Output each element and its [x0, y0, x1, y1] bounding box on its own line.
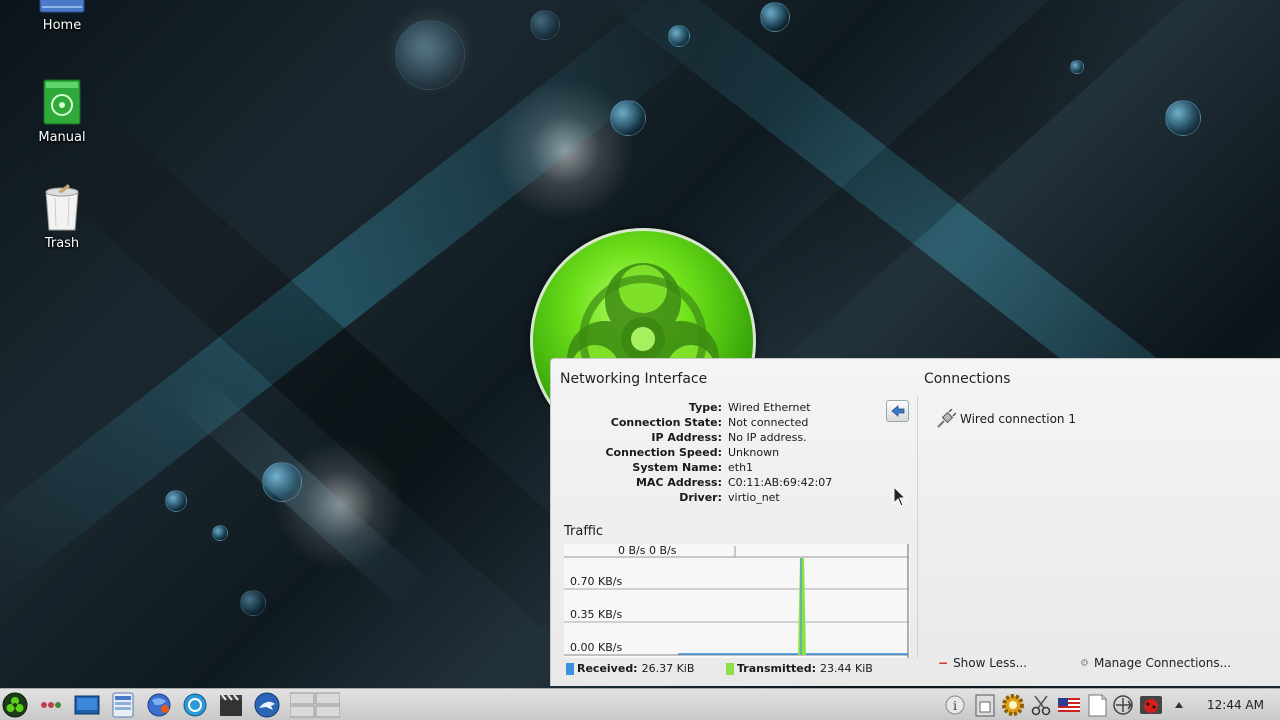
detail-value: Wired Ethernet: [728, 401, 811, 414]
manage-connections-button[interactable]: ⚙ Manage Connections...: [1080, 656, 1231, 670]
arrow-up-icon[interactable]: [1172, 692, 1186, 718]
y-tick-label: 0.35 KB/s: [570, 608, 623, 621]
panel-divider: [917, 396, 918, 658]
manage-connections-label: Manage Connections...: [1093, 656, 1232, 670]
pager-icon[interactable]: [290, 692, 340, 718]
detail-row-connection-state: Connection State: Not connected: [560, 415, 890, 430]
connection-label: Wired connection 1: [960, 412, 1076, 426]
desktop-icon-trash[interactable]: Trash: [22, 184, 102, 251]
detail-row-connection-speed: Connection Speed: Unknown: [560, 445, 890, 460]
app-menu-icon[interactable]: [2, 692, 28, 718]
clipboard-manager-icon[interactable]: [972, 692, 998, 718]
show-less-label: Show Less...: [953, 656, 1028, 670]
web-browser-icon[interactable]: [146, 692, 172, 718]
legend-received: Received: 26.37 KiB: [566, 662, 694, 675]
minus-icon: −: [938, 656, 949, 670]
arrow-left-icon: [890, 405, 904, 417]
detail-key: Type:: [688, 401, 722, 414]
svg-text:i: i: [953, 699, 957, 713]
wired-plug-icon: [937, 409, 956, 428]
ladybug-icon[interactable]: [1138, 692, 1164, 718]
y-tick-label: 0.00 KB/s: [570, 641, 623, 654]
mouse-cursor-icon: [893, 486, 907, 507]
connections-list: Wired connection 1: [936, 408, 1076, 430]
detail-key: MAC Address:: [635, 476, 722, 489]
folder-home-icon: [39, 0, 85, 13]
desktop-icon-label: Trash: [44, 236, 80, 251]
interface-details: Type: Wired Ethernet Connection State: N…: [560, 400, 890, 505]
y-tick-label: 0.70 KB/s: [570, 575, 623, 588]
scissors-icon[interactable]: [1028, 692, 1054, 718]
dots-icon[interactable]: [38, 692, 64, 718]
detail-value: eth1: [728, 461, 754, 474]
detail-row-type: Type: Wired Ethernet: [560, 400, 890, 415]
detail-key: Connection State:: [610, 416, 722, 429]
detail-value: Unknown: [728, 446, 780, 459]
desktop-icon[interactable]: [74, 692, 100, 718]
transmitted-value: 23.44 KiB: [820, 662, 873, 675]
received-swatch: [566, 662, 574, 675]
detail-value: C0:11:AB:69:42:07: [728, 476, 833, 489]
shark-icon[interactable]: [254, 692, 280, 718]
traffic-chart: 0 B/s 0 B/s 0.70 KB/s 0.35 KB/s 0.00 KB/…: [564, 544, 910, 658]
detail-key: Driver:: [679, 491, 722, 504]
detail-row-system-name: System Name: eth1: [560, 460, 890, 475]
file-manager-icon[interactable]: [110, 692, 136, 718]
traffic-title: Traffic: [564, 524, 604, 539]
detail-value: No IP address.: [728, 431, 807, 444]
detail-row-mac-address: MAC Address: C0:11:AB:69:42:07: [560, 475, 890, 490]
desktop-icon-manual[interactable]: Manual: [22, 78, 102, 145]
taskbar-clock[interactable]: 12:44 AM: [1207, 698, 1264, 712]
show-less-button[interactable]: − Show Less...: [938, 656, 1027, 670]
desktop-icon-label: Manual: [38, 130, 86, 145]
transmitted-swatch: [726, 662, 734, 675]
detail-row-driver: Driver: virtio_net: [560, 490, 890, 505]
detail-row-ip-address: IP Address: No IP address.: [560, 430, 890, 445]
wrench-icon: ⚙: [1080, 657, 1089, 669]
notes-icon[interactable]: [1084, 692, 1110, 718]
finder-icon[interactable]: [182, 692, 208, 718]
legend-transmitted: Transmitted: 23.44 KiB: [726, 662, 873, 675]
detail-key: Connection Speed:: [605, 446, 722, 459]
desktop-icon-home[interactable]: Home: [22, 0, 102, 33]
networking-interface-title: Networking Interface: [560, 371, 708, 387]
connections-title: Connections: [924, 371, 1011, 387]
transmitted-label: Transmitted:: [737, 662, 817, 675]
detail-value: virtio_net: [728, 491, 780, 504]
detail-key: IP Address:: [651, 431, 722, 444]
network-icon[interactable]: [1110, 692, 1136, 718]
trash-icon: [45, 184, 79, 231]
received-value: 26.37 KiB: [641, 662, 695, 675]
desktop-icon-label: Home: [42, 18, 82, 33]
taskbar: i 12:44 AM: [0, 688, 1280, 720]
traffic-readout: 0 B/s 0 B/s: [618, 544, 677, 557]
manual-book-icon: [43, 79, 81, 125]
settings-gear-icon[interactable]: [1000, 692, 1026, 718]
info-icon[interactable]: i: [944, 692, 966, 718]
received-label: Received:: [577, 662, 638, 675]
connection-item-wired-1[interactable]: Wired connection 1: [936, 408, 1076, 430]
video-player-icon[interactable]: [218, 692, 244, 718]
detail-key: System Name:: [632, 461, 722, 474]
back-button[interactable]: [886, 400, 909, 422]
flag-us-icon[interactable]: [1056, 692, 1082, 718]
detail-value: Not connected: [728, 416, 809, 429]
